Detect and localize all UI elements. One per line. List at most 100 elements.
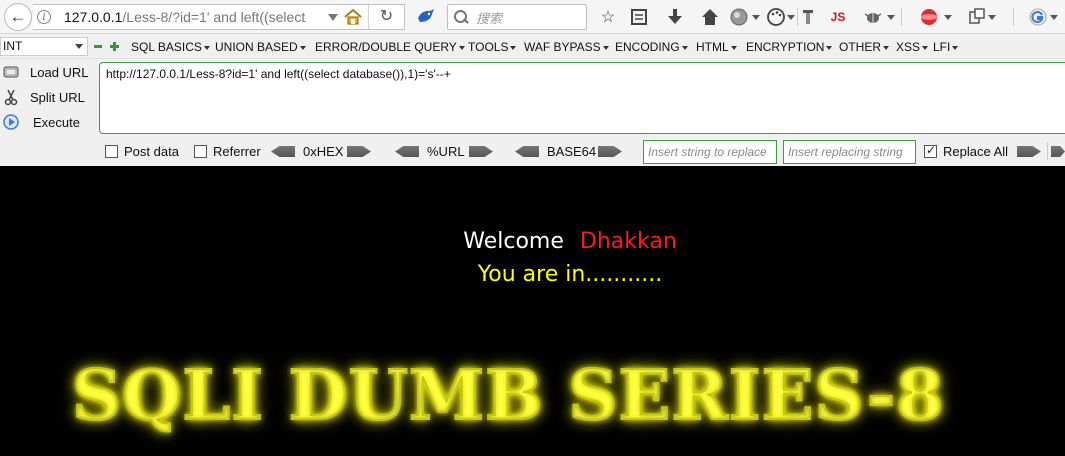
user-name: Dhakkan: [579, 229, 677, 254]
back-arrow-icon: ←: [9, 7, 27, 26]
home-button-icon[interactable]: [700, 6, 720, 28]
hex-label: 0xHEX: [303, 144, 344, 159]
hex-decode-arrow-icon[interactable]: [271, 146, 295, 157]
menu-xss[interactable]: XSS: [896, 40, 929, 54]
window-icon[interactable]: [967, 6, 987, 28]
home-icon[interactable]: [344, 9, 362, 25]
globe-dropdown-icon[interactable]: [752, 15, 760, 20]
load-url-icon: [3, 66, 19, 78]
bug-dropdown-icon[interactable]: [887, 15, 895, 20]
menu-label: XSS: [896, 40, 921, 54]
info-icon[interactable]: i: [37, 10, 51, 24]
chevron-down-icon: [75, 44, 83, 49]
menu-waf-bypass[interactable]: WAF BYPASS: [524, 40, 609, 54]
menu-label: UNION BASED: [215, 40, 298, 54]
menu-sql-basics[interactable]: SQL BASICS: [131, 40, 210, 54]
search-icon: [454, 10, 468, 24]
url-textarea[interactable]: http://127.0.0.1/Less-8?id=1' and left((…: [99, 62, 1065, 134]
menu-html[interactable]: HTML: [696, 40, 737, 54]
bookmark-star-icon[interactable]: ☆: [598, 6, 618, 28]
replace-all-label: Replace All: [943, 144, 1009, 159]
increase-icon[interactable]: [110, 42, 119, 51]
menu-label: WAF BYPASS: [524, 40, 601, 54]
dropdown-icon: [203, 45, 210, 50]
series-banner: SQLI DUMB SERIES-8: [71, 355, 945, 437]
hex-encode-arrow-icon[interactable]: [347, 146, 371, 157]
search-box[interactable]: 搜索: [447, 4, 587, 30]
menu-union-based[interactable]: UNION BASED: [215, 40, 306, 54]
hackbar-menu-row: INT SQL BASICS UNION BASED ERROR/DOUBLE …: [0, 34, 1065, 59]
menu-lfi[interactable]: LFI: [933, 40, 959, 54]
menu-tools[interactable]: TOOLS: [468, 40, 517, 54]
menu-label: ENCRYPTION: [746, 40, 825, 54]
address-text[interactable]: 127.0.0.1/Less-8/?id=1' and left((select: [64, 9, 322, 25]
menu-label: TOOLS: [468, 40, 509, 54]
welcome-text: Welcome: [463, 229, 564, 254]
reload-button[interactable]: ↻: [368, 3, 404, 29]
menu-error-double-query[interactable]: ERROR/DOUBLE QUERY: [315, 40, 465, 54]
encoding-type-value: INT: [3, 39, 23, 53]
split-url-button[interactable]: Split URL: [0, 86, 85, 108]
execute-button[interactable]: Execute: [0, 111, 80, 133]
bird-extension-icon[interactable]: [416, 8, 436, 24]
url-encode-label: %URL: [427, 144, 465, 159]
play-icon: [3, 114, 19, 130]
more-options-arrow-icon[interactable]: [1051, 146, 1065, 157]
toolbar-separator: [1013, 8, 1014, 26]
palette-dropdown-icon[interactable]: [787, 15, 795, 20]
tool-extension-icon[interactable]: [801, 6, 815, 28]
red-disk-dropdown-icon[interactable]: [944, 15, 952, 20]
replace-arrow-icon[interactable]: [1017, 146, 1041, 157]
url-decode-arrow-icon[interactable]: [395, 146, 419, 157]
replacing-string-placeholder: Insert replacing string: [788, 145, 903, 159]
post-data-label: Post data: [124, 144, 179, 159]
options-separator: [1047, 142, 1048, 160]
url-encode-arrow-icon[interactable]: [469, 146, 493, 157]
toolbar-separator: [901, 8, 902, 26]
navigation-toolbar: ← i 127.0.0.1/Less-8/?id=1' and left((se…: [0, 0, 1065, 34]
hackbar-options-row: Post data Referrer 0xHEX %URL BASE64 Ins…: [0, 140, 1065, 164]
toolbar-separator: [797, 8, 798, 26]
palette-icon[interactable]: [766, 6, 786, 28]
base64-decode-arrow-icon[interactable]: [515, 146, 539, 157]
menu-encryption[interactable]: ENCRYPTION: [746, 40, 833, 54]
hackbar-panel: Load URL Split URL Execute http://127.0.…: [0, 59, 1065, 166]
window-dropdown-icon[interactable]: [988, 15, 996, 20]
replace-string-placeholder: Insert string to replace: [648, 145, 767, 159]
login-status-text: You are in...........: [477, 262, 663, 287]
split-url-label: Split URL: [30, 89, 85, 105]
dropdown-icon: [883, 45, 889, 50]
dropdown-icon: [510, 45, 517, 50]
encoding-type-select[interactable]: INT: [0, 37, 88, 56]
reading-list-icon[interactable]: [629, 6, 649, 28]
replace-all-checkbox[interactable]: [924, 143, 937, 158]
base64-encode-arrow-icon[interactable]: [598, 146, 622, 157]
google-g-icon[interactable]: [1027, 6, 1049, 28]
dropdown-icon: [922, 45, 929, 50]
replace-string-input[interactable]: Insert string to replace: [643, 140, 777, 164]
search-placeholder: 搜索: [476, 10, 503, 26]
menu-label: LFI: [933, 40, 951, 54]
load-url-button[interactable]: Load URL: [0, 61, 89, 83]
google-dropdown-icon[interactable]: [1050, 15, 1058, 20]
decrease-icon[interactable]: [94, 45, 102, 48]
download-icon[interactable]: [665, 6, 685, 28]
javascript-toggle-icon[interactable]: JS: [826, 6, 850, 28]
menu-label: ERROR/DOUBLE QUERY: [315, 40, 457, 54]
address-bar[interactable]: i 127.0.0.1/Less-8/?id=1' and left((sele…: [33, 4, 405, 30]
dropdown-icon: [299, 45, 306, 50]
bug-icon[interactable]: [862, 6, 884, 28]
menu-other[interactable]: OTHER: [839, 40, 889, 54]
back-button[interactable]: ←: [4, 3, 32, 31]
post-data-checkbox[interactable]: [105, 145, 118, 158]
load-url-label: Load URL: [30, 64, 89, 80]
red-disk-icon[interactable]: [918, 6, 942, 28]
history-dropdown-icon[interactable]: [328, 13, 338, 21]
replacing-string-input[interactable]: Insert replacing string: [783, 140, 916, 164]
scissors-icon: [4, 89, 18, 106]
gray-globe-icon[interactable]: [728, 6, 752, 28]
menu-encoding[interactable]: ENCODING: [615, 40, 688, 54]
page-content: Welcome Dhakkan You are in........... SQL…: [0, 166, 1065, 456]
dropdown-icon: [730, 45, 737, 50]
referrer-checkbox[interactable]: [194, 145, 207, 158]
